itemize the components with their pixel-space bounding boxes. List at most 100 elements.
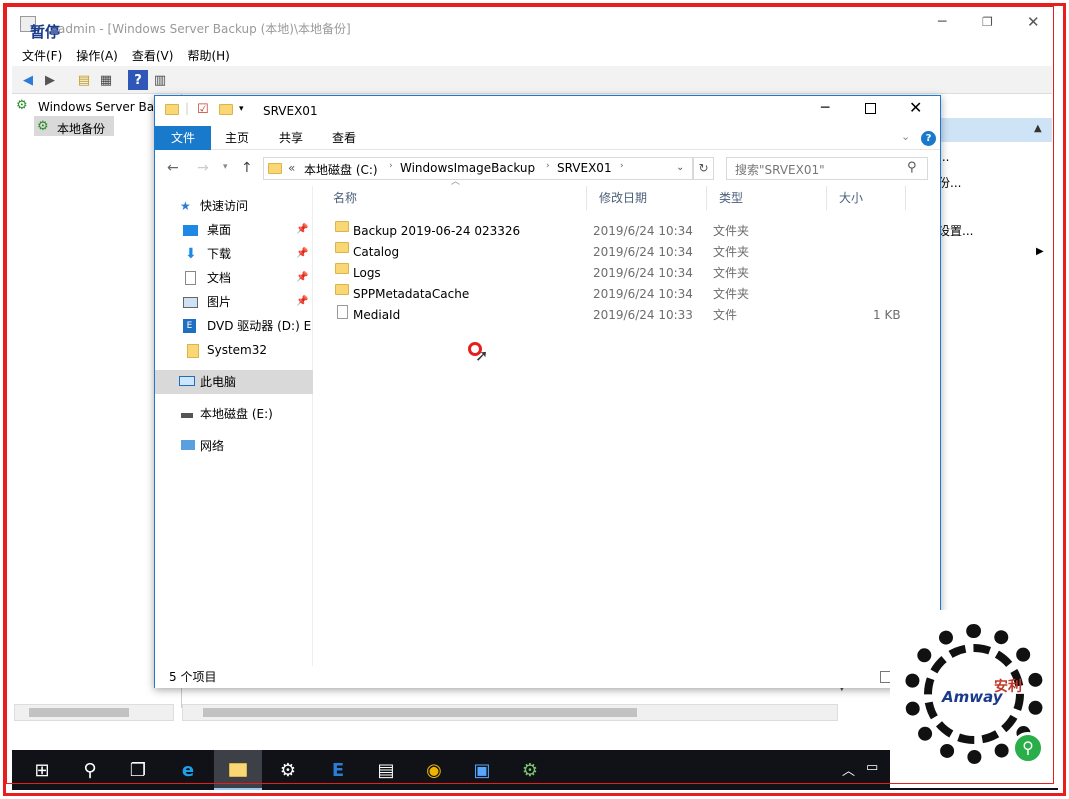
- pin-icon[interactable]: 📌: [296, 242, 308, 266]
- screen-frame: 暂停 admin - [Windows Server Backup (本地)\本…: [3, 3, 1066, 796]
- file-name: Backup 2019-06-24 023326: [353, 224, 521, 238]
- back-arrow-icon[interactable]: ◀: [18, 70, 38, 90]
- refresh-icon[interactable]: ↻: [693, 157, 714, 180]
- breadcrumb-srvex01[interactable]: SRVEX01: [557, 161, 612, 175]
- forward-icon[interactable]: →: [197, 160, 209, 176]
- search-icon[interactable]: ⚲: [66, 750, 114, 790]
- column-modified[interactable]: 修改日期: [586, 186, 706, 210]
- tab-file[interactable]: 文件: [155, 126, 211, 150]
- up-icon[interactable]: ↑: [241, 160, 253, 176]
- address-dropdown-icon[interactable]: ⌄: [676, 162, 684, 173]
- nav-quick-access[interactable]: ★ 快速访问: [155, 194, 313, 218]
- nav-network[interactable]: 网络: [155, 434, 313, 458]
- menu-file[interactable]: 文件(F): [22, 47, 62, 64]
- file-size: 1 KB: [873, 308, 901, 322]
- host-menu-bar: 文件(F) 操作(A) 查看(V) 帮助(H): [12, 42, 1052, 66]
- file-name: Catalog: [353, 245, 400, 259]
- new-folder-icon[interactable]: [219, 103, 233, 117]
- host-minimize-button[interactable]: ─: [938, 14, 946, 30]
- file-modified: 2019/6/24 10:33: [593, 308, 693, 322]
- recent-dropdown-icon[interactable]: ▾: [223, 162, 228, 172]
- file-row[interactable]: MediaId 2019/6/24 10:33 文件 1 KB: [313, 305, 940, 326]
- server-backup-icon[interactable]: ⚙: [506, 750, 554, 790]
- explorer-window-title: SRVEX01: [263, 104, 318, 118]
- collapse-up-icon[interactable]: ▲: [1034, 123, 1042, 134]
- qat-dropdown-icon[interactable]: ▾: [239, 104, 244, 114]
- file-row[interactable]: Catalog 2019/6/24 10:34 文件夹: [313, 242, 940, 263]
- breadcrumb-imagebackup[interactable]: WindowsImageBackup: [400, 161, 535, 175]
- tree-hscrollbar[interactable]: [14, 704, 174, 721]
- nav-dvd-drive[interactable]: E DVD 驱动器 (D:) E: [155, 314, 313, 338]
- local-backup-icon: ⚙: [37, 119, 49, 134]
- file-row[interactable]: SPPMetadataCache 2019/6/24 10:34 文件夹: [313, 284, 940, 305]
- tree-local-backup[interactable]: 本地备份: [57, 120, 105, 137]
- nav-system32[interactable]: System32: [155, 338, 313, 362]
- explorer-close-button[interactable]: ✕: [909, 98, 922, 117]
- menu-action[interactable]: 操作(A): [76, 47, 118, 64]
- nav-documents[interactable]: 文档 📌: [155, 266, 313, 290]
- help-icon[interactable]: ?: [128, 70, 148, 90]
- file-row[interactable]: Logs 2019/6/24 10:34 文件夹: [313, 263, 940, 284]
- chrome-icon[interactable]: ◉: [410, 750, 458, 790]
- host-title-bar: 暂停 admin - [Windows Server Backup (本地)\本…: [12, 12, 1052, 42]
- explorer-maximize-button[interactable]: [865, 103, 876, 114]
- submenu-arrow-icon[interactable]: ▶: [1036, 246, 1044, 257]
- address-bar[interactable]: « 本地磁盘 (C:) › WindowsImageBackup › SRVEX…: [263, 157, 693, 180]
- settings-gear-icon[interactable]: ⚙: [264, 750, 312, 790]
- network-tray-icon[interactable]: ▭: [866, 760, 878, 775]
- folder-icon: [165, 103, 179, 117]
- pin-icon[interactable]: 📌: [296, 218, 308, 242]
- tab-home[interactable]: 主页: [215, 126, 259, 150]
- tray-expand-icon[interactable]: ︿: [842, 760, 855, 779]
- ribbon-expand-icon[interactable]: ⌄: [901, 130, 910, 143]
- explorer-window: | ☑ ▾ SRVEX01 ─ ✕ 文件 主页 共享 查看 ⌄ ? ← → ▾ …: [154, 95, 941, 688]
- amway-cn-logo: 安利: [994, 679, 1022, 695]
- nav-pictures[interactable]: 图片 📌: [155, 290, 313, 314]
- server-backup-icon: ⚙: [16, 98, 28, 113]
- column-name[interactable]: 名称: [321, 186, 585, 210]
- nav-this-pc[interactable]: 此电脑: [155, 370, 313, 394]
- menu-view[interactable]: 查看(V): [132, 47, 174, 64]
- search-icon[interactable]: ⚲: [907, 160, 917, 175]
- server-manager-icon[interactable]: ▤: [362, 750, 410, 790]
- action-item-3[interactable]: 设置...: [938, 222, 973, 239]
- nav-downloads[interactable]: ⬇ 下载 📌: [155, 242, 313, 266]
- host-close-button[interactable]: ✕: [1027, 13, 1040, 31]
- start-windows-icon[interactable]: ⊞: [18, 750, 66, 790]
- menu-help[interactable]: 帮助(H): [187, 47, 229, 64]
- action-pane-icon[interactable]: ▥: [150, 70, 170, 90]
- pin-icon[interactable]: 📌: [296, 290, 308, 314]
- nav-desktop[interactable]: 桌面 📌: [155, 218, 313, 242]
- properties-icon[interactable]: ☑: [197, 102, 209, 117]
- control-panel-icon[interactable]: ▣: [458, 750, 506, 790]
- pin-icon[interactable]: 📌: [296, 266, 308, 290]
- folder-up-icon[interactable]: ▤: [74, 70, 94, 90]
- file-row[interactable]: Backup 2019-06-24 023326 2019/6/24 10:34…: [313, 221, 940, 242]
- back-icon[interactable]: ←: [167, 160, 179, 176]
- search-box[interactable]: 搜索"SRVEX01" ⚲: [726, 157, 928, 180]
- help-icon[interactable]: ?: [921, 131, 936, 146]
- forward-arrow-icon[interactable]: ▶: [40, 70, 60, 90]
- action-item-2[interactable]: 份...: [938, 174, 961, 191]
- exchange-icon[interactable]: E: [314, 750, 362, 790]
- explorer-minimize-button[interactable]: ─: [821, 100, 829, 116]
- file-type: 文件夹: [713, 224, 750, 238]
- column-size[interactable]: 大小: [826, 186, 906, 210]
- file-type: 文件夹: [713, 266, 750, 280]
- address-row: ← → ▾ ↑ « 本地磁盘 (C:) › WindowsImageBackup…: [155, 152, 940, 186]
- task-view-icon[interactable]: ❐: [114, 750, 162, 790]
- address-overflow[interactable]: «: [288, 161, 295, 175]
- breadcrumb-drive[interactable]: 本地磁盘 (C:): [304, 161, 378, 178]
- file-modified: 2019/6/24 10:34: [593, 287, 693, 301]
- column-type[interactable]: 类型: [706, 186, 826, 210]
- nav-local-disk-e[interactable]: 本地磁盘 (E:): [155, 402, 313, 426]
- host-restore-button[interactable]: ❐: [982, 15, 993, 29]
- tree-root[interactable]: Windows Server Ba: [38, 100, 154, 114]
- show-tree-icon[interactable]: ▦: [96, 70, 116, 90]
- center-hscrollbar[interactable]: [182, 704, 838, 721]
- internet-explorer-icon[interactable]: e: [164, 750, 212, 790]
- tab-share[interactable]: 共享: [269, 126, 313, 150]
- file-explorer-icon[interactable]: [214, 750, 262, 790]
- host-toolbar: ◀ ▶ ▤ ▦ ? ▥: [12, 66, 1052, 94]
- tab-view[interactable]: 查看: [322, 126, 366, 150]
